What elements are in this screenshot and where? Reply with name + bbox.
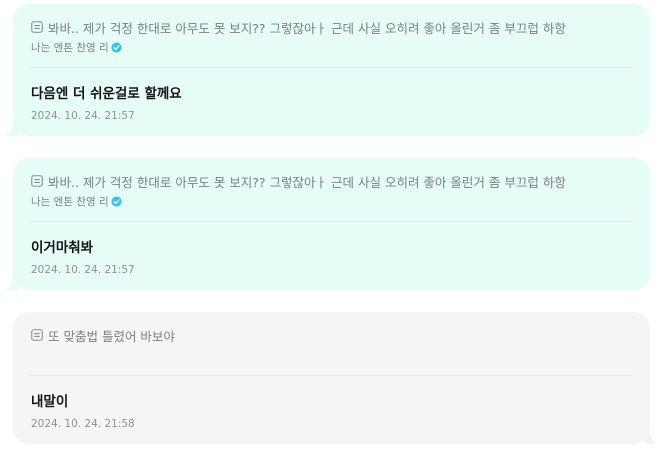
verified-icon	[111, 41, 122, 53]
author-name: 나는 엔톤 찬영 리	[31, 195, 109, 208]
message-bubble[interactable]: 봐바.. 제가 걱정 한대로 아무도 못 보지?? 그렇잖아ㅏ 근데 사실 오히…	[5, 4, 650, 136]
divider	[31, 67, 632, 68]
document-icon	[31, 175, 43, 187]
chat-thread: 봐바.. 제가 걱정 한대로 아무도 못 보지?? 그렇잖아ㅏ 근데 사실 오히…	[0, 0, 666, 454]
bubble-tail	[644, 430, 658, 444]
document-icon	[31, 329, 43, 341]
message-text: 다음엔 더 쉬운걸로 할께요	[31, 86, 182, 102]
reply-quote[interactable]: 봐바.. 제가 걱정 한대로 아무도 못 보지?? 그렇잖아ㅏ 근데 사실 오히…	[31, 170, 632, 192]
message-bubble[interactable]: 봐바.. 제가 걱정 한대로 아무도 못 보지?? 그렇잖아ㅏ 근데 사실 오히…	[5, 158, 650, 290]
divider	[31, 221, 632, 222]
quoted-text: 봐바.. 제가 걱정 한대로 아무도 못 보지?? 그렇잖아ㅏ 근데 사실 오히…	[48, 174, 566, 190]
message-timestamp: 2024. 10. 24. 21:58	[31, 418, 135, 430]
quote-author: 나는 엔톤 찬영 리	[31, 39, 632, 55]
bubble-tail	[5, 122, 19, 136]
verified-icon	[111, 195, 122, 207]
message-timestamp: 2024. 10. 24. 21:57	[31, 264, 135, 276]
message-timestamp: 2024. 10. 24. 21:57	[31, 110, 135, 122]
author-name: 나는 엔톤 찬영 리	[31, 41, 109, 54]
quoted-text: 봐바.. 제가 걱정 한대로 아무도 못 보지?? 그렇잖아ㅏ 근데 사실 오히…	[48, 20, 566, 36]
quote-author: 나는 엔톤 찬영 리	[31, 193, 632, 209]
document-icon	[31, 21, 43, 33]
message-text: 내말이	[31, 394, 69, 410]
reply-quote[interactable]: 또 맞춤법 틀렸어 바보야	[31, 324, 632, 346]
reply-quote[interactable]: 봐바.. 제가 걱정 한대로 아무도 못 보지?? 그렇잖아ㅏ 근데 사실 오히…	[31, 16, 632, 38]
quoted-text: 또 맞춤법 틀렸어 바보야	[48, 328, 175, 344]
message-bubble[interactable]: 또 맞춤법 틀렸어 바보야 내말이 2024. 10. 24. 21:58	[13, 312, 658, 444]
bubble-tail	[5, 276, 19, 290]
message-text: 이거마춰봐	[31, 240, 94, 256]
divider	[31, 375, 632, 376]
